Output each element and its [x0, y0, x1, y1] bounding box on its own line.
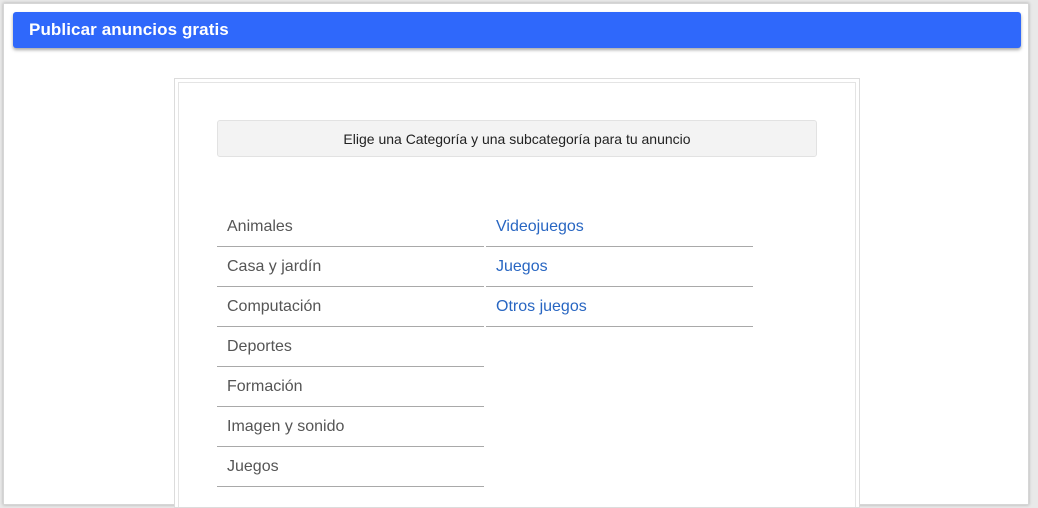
category-item-casa-y-jardin[interactable]: Casa y jardín [217, 247, 484, 287]
subcategory-link[interactable]: Juegos [496, 258, 548, 276]
category-label: Animales [227, 217, 293, 235]
subcategory-list: Videojuegos Juegos Otros juegos [486, 207, 753, 327]
subcategory-item-videojuegos[interactable]: Videojuegos [486, 207, 753, 247]
category-label: Computación [227, 297, 322, 315]
header-bar: Publicar anuncios gratis [13, 12, 1021, 48]
subcategory-item-juegos[interactable]: Juegos [486, 247, 753, 287]
subcategory-link[interactable]: Videojuegos [496, 218, 584, 236]
category-list: Animales Casa y jardín Computación Depor… [217, 207, 484, 487]
page-title: Publicar anuncios gratis [29, 20, 229, 39]
category-item-formacion[interactable]: Formación [217, 367, 484, 407]
category-label: Imagen y sonido [227, 417, 345, 435]
category-label: Juegos [227, 457, 279, 475]
category-item-computacion[interactable]: Computación [217, 287, 484, 327]
category-label: Casa y jardín [227, 257, 322, 275]
instruction-text: Elige una Categoría y una subcategoría p… [343, 130, 691, 147]
subcategory-item-otros-juegos[interactable]: Otros juegos [486, 287, 753, 327]
category-item-animales[interactable]: Animales [217, 207, 484, 247]
category-item-imagen-y-sonido[interactable]: Imagen y sonido [217, 407, 484, 447]
instruction-box: Elige una Categoría y una subcategoría p… [217, 120, 817, 157]
category-item-juegos[interactable]: Juegos [217, 447, 484, 487]
category-label: Formación [227, 377, 303, 395]
subcategory-link[interactable]: Otros juegos [496, 298, 587, 316]
category-item-deportes[interactable]: Deportes [217, 327, 484, 367]
page-container: Publicar anuncios gratis Elige una Categ… [3, 3, 1029, 508]
category-label: Deportes [227, 337, 292, 355]
